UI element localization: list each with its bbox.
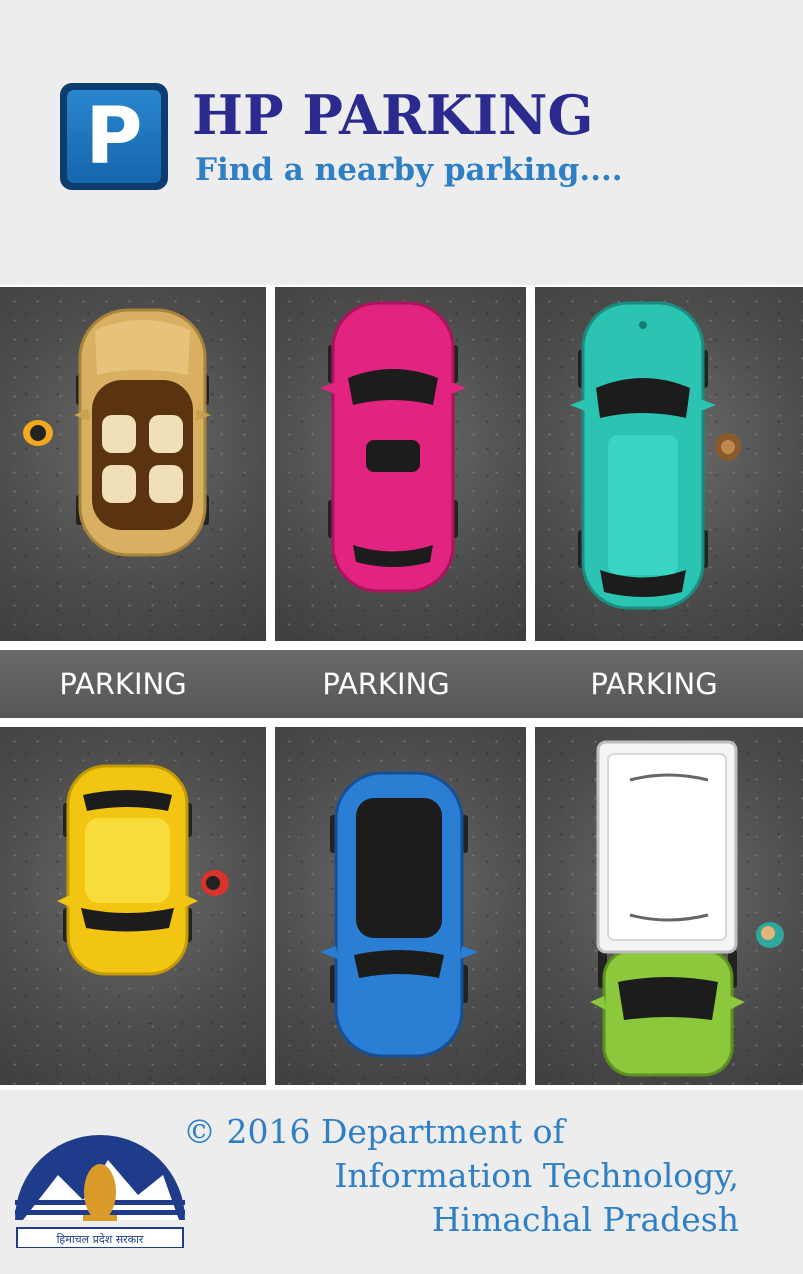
parking-lot-illustration: PARKING PARKING PARKING (0, 285, 803, 1090)
copyright-line-1: © 2016 Department of (183, 1112, 565, 1151)
person-red-icon (201, 870, 229, 896)
convertible-car-icon (74, 308, 211, 557)
yellow-car-icon (57, 764, 198, 976)
copyright-line-3: Himachal Pradesh (431, 1200, 739, 1239)
truck-icon (590, 740, 745, 1077)
parking-logo-icon: P (60, 83, 168, 190)
himachal-emblem-icon: हिमाचल प्रदेश सरकार (15, 1135, 185, 1248)
person-brown-icon (715, 433, 741, 461)
person-orange-icon (23, 420, 53, 446)
lane-label-3: PARKING (590, 667, 718, 701)
blue-car-icon (320, 771, 478, 1058)
lane-label-2: PARKING (322, 667, 450, 701)
person-teal-icon (756, 922, 784, 948)
parking-lane: PARKING PARKING PARKING (0, 650, 803, 718)
teal-car-icon (570, 301, 716, 610)
app-header: P HP PARKING Find a nearby parking.... (0, 0, 803, 285)
app-footer: हिमाचल प्रदेश सरकार © 2016 Department of… (0, 1090, 803, 1274)
lane-label-1: PARKING (59, 667, 187, 701)
logo-letter: P (85, 92, 143, 182)
pink-car-icon (320, 301, 466, 593)
copyright-text: © 2016 Department of Information Technol… (179, 1110, 739, 1242)
app-title: HP PARKING (192, 83, 594, 147)
copyright-line-2: Information Technology, (334, 1156, 739, 1195)
emblem-text: हिमाचल प्रदेश सरकार (57, 1233, 144, 1246)
app-subtitle: Find a nearby parking.... (195, 152, 623, 188)
